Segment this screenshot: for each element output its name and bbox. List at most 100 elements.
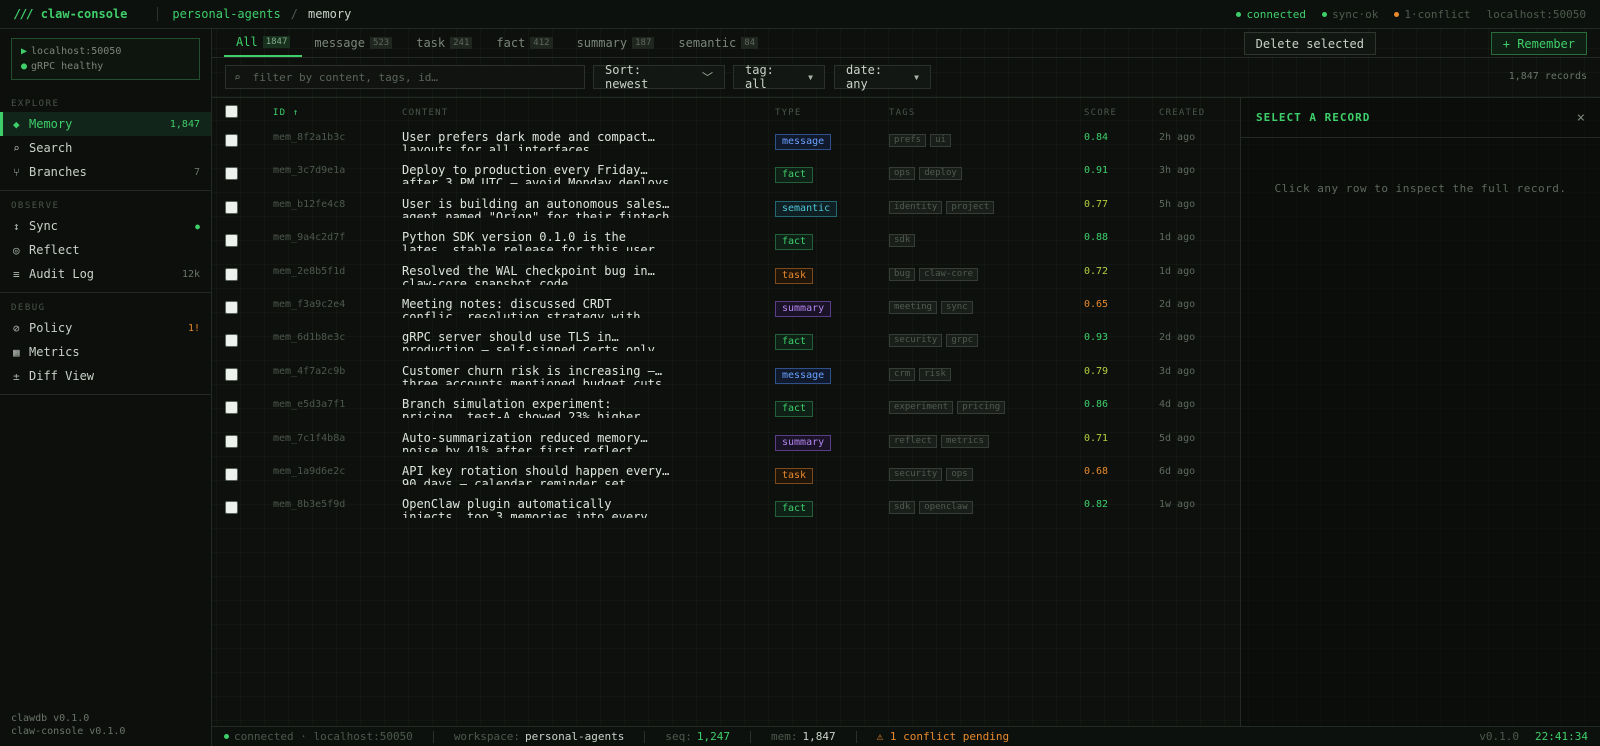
tab-message[interactable]: message 523 bbox=[302, 28, 404, 57]
delete-selected-button[interactable]: Delete selected bbox=[1243, 32, 1376, 55]
row-checkbox[interactable] bbox=[225, 334, 238, 348]
table-row[interactable]: mem_7c1f4b8a Auto-summarization reduced m… bbox=[212, 428, 1240, 461]
sidebar-item-sync[interactable]: ↕ Sync ● bbox=[0, 214, 211, 238]
tab-semantic[interactable]: semantic 84 bbox=[666, 28, 770, 57]
search-box[interactable]: ⌕ bbox=[225, 65, 585, 89]
divider bbox=[644, 730, 646, 743]
tag-chip[interactable]: claw-core bbox=[919, 267, 979, 281]
row-checkbox[interactable] bbox=[225, 200, 238, 214]
tab-fact[interactable]: fact 412 bbox=[484, 28, 564, 57]
row-checkbox[interactable] bbox=[225, 468, 238, 481]
tag-chip[interactable]: sdk bbox=[889, 234, 916, 248]
tag-chip[interactable]: ops bbox=[889, 167, 916, 181]
type-cell: summary bbox=[775, 300, 832, 317]
search-icon: ⌕ bbox=[13, 141, 20, 155]
status-conflict[interactable]: 1·conflict bbox=[1394, 8, 1471, 21]
sidebar-item-search[interactable]: ⌕ Search bbox=[0, 136, 211, 160]
date-filter-dropdown[interactable]: date: any ▼ bbox=[834, 63, 931, 91]
tag-chip[interactable]: identity bbox=[889, 200, 943, 214]
select-all-checkbox[interactable] bbox=[225, 105, 238, 118]
top-bar: /// claw-console personal-agents / memor… bbox=[0, 0, 1600, 29]
column-score[interactable]: SCORE bbox=[1084, 108, 1117, 118]
table-row[interactable]: mem_3c7d9e1a Deploy to production every F… bbox=[212, 160, 1240, 193]
row-checkbox[interactable] bbox=[225, 301, 238, 314]
tag-chip[interactable]: deploy bbox=[919, 167, 962, 181]
tag-chip[interactable]: ui bbox=[930, 134, 951, 147]
sidebar-item-badge: 1! bbox=[187, 322, 200, 334]
tag-chip[interactable]: crm bbox=[889, 367, 916, 381]
tag-chip[interactable]: experiment bbox=[889, 401, 954, 415]
sidebar-item-diff-view[interactable]: ± Diff View bbox=[0, 364, 211, 388]
sidebar-item-audit-log[interactable]: ≡ Audit Log 12k bbox=[0, 262, 211, 286]
tag-chip[interactable]: meeting bbox=[889, 301, 937, 314]
table-row[interactable]: mem_1a9d6e2c API key rotation should happ… bbox=[212, 461, 1240, 494]
row-checkbox[interactable] bbox=[225, 167, 238, 181]
tag-chip[interactable]: metrics bbox=[940, 434, 989, 448]
section-explore: EXPLORE bbox=[11, 99, 60, 109]
table-row[interactable]: mem_8b3e5f9d OpenClaw plugin automaticall… bbox=[212, 494, 1240, 527]
sort-dropdown[interactable]: Sort: newest ﹀ bbox=[593, 63, 725, 91]
record-id: mem_f3a9c2e4 bbox=[273, 299, 346, 310]
row-checkbox[interactable] bbox=[225, 501, 238, 515]
record-score: 0.84 bbox=[1084, 132, 1109, 143]
workspace-label: workspace: bbox=[453, 730, 521, 743]
tag-chip[interactable]: grpc bbox=[946, 334, 979, 348]
status-conflict-pending[interactable]: ⚠ 1 conflict pending bbox=[877, 730, 1009, 743]
tag-chip[interactable]: sdk bbox=[889, 501, 916, 515]
tag-chip[interactable]: security bbox=[889, 468, 943, 481]
tag-chip[interactable]: pricing bbox=[957, 401, 1006, 415]
sidebar-item-reflect[interactable]: ◎ Reflect bbox=[0, 238, 211, 262]
table-row[interactable]: mem_b12fe4c8 User is building an autonomo… bbox=[212, 194, 1240, 227]
sidebar-item-badge: 1,847 bbox=[169, 118, 200, 130]
table-row[interactable]: mem_9a4c2d7f Python SDK version 0.1.0 is … bbox=[212, 227, 1240, 260]
tab-all[interactable]: All 1847 bbox=[224, 28, 303, 57]
tag-chip[interactable]: security bbox=[889, 334, 943, 348]
sidebar-item-metrics[interactable]: ▦ Metrics bbox=[0, 340, 211, 364]
tag-chip[interactable]: prefs bbox=[889, 134, 927, 147]
column-content[interactable]: CONTENT bbox=[402, 108, 448, 118]
table-row[interactable]: mem_6d1b8e3c gRPC server should use TLS i… bbox=[212, 327, 1240, 360]
row-checkbox[interactable] bbox=[225, 267, 238, 281]
row-checkbox[interactable] bbox=[225, 134, 238, 147]
tag-filter-dropdown[interactable]: tag: all ▼ bbox=[733, 63, 825, 91]
tab-label: message bbox=[314, 35, 365, 50]
filter-bar: ⌕ Sort: newest ﹀ tag: all ▼ date: any ▼ … bbox=[212, 58, 1600, 98]
row-checkbox[interactable] bbox=[225, 234, 238, 248]
breadcrumb-workspace[interactable]: personal-agents bbox=[172, 7, 280, 21]
tag-chip[interactable]: openclaw bbox=[919, 501, 973, 515]
record-content: Python SDK version 0.1.0 is the lates… s… bbox=[402, 231, 655, 252]
table-row[interactable]: mem_4f7a2c9b Customer churn risk is incre… bbox=[212, 361, 1240, 394]
tag-chip[interactable]: bug bbox=[889, 267, 916, 281]
remember-button[interactable]: + Remember bbox=[1490, 32, 1587, 55]
tag-chip[interactable]: ops bbox=[946, 468, 973, 481]
column-id[interactable]: ID ↑ bbox=[273, 108, 299, 118]
row-checkbox[interactable] bbox=[225, 434, 238, 448]
column-type[interactable]: TYPE bbox=[775, 108, 801, 118]
tag-chip[interactable]: project bbox=[946, 200, 995, 214]
sidebar-item-label: Branches bbox=[29, 165, 87, 179]
tag-chip[interactable]: risk bbox=[919, 367, 951, 381]
tab-task[interactable]: task 241 bbox=[404, 28, 484, 57]
table-row[interactable]: mem_e5d3a7f1 Branch simulation experiment… bbox=[212, 394, 1240, 427]
table-row[interactable]: mem_8f2a1b3c User prefers dark mode and c… bbox=[212, 127, 1240, 160]
row-checkbox[interactable] bbox=[225, 401, 238, 415]
row-checkbox[interactable] bbox=[225, 367, 238, 381]
host-status-box[interactable]: ▶ localhost:50050 ● gRPC healthy bbox=[11, 38, 200, 80]
connection-status: connected sync·ok 1·conflict localhost:5… bbox=[1236, 8, 1586, 21]
close-icon[interactable]: × bbox=[1577, 110, 1585, 126]
sidebar-item-policy[interactable]: ⊘ Policy 1! bbox=[0, 316, 211, 340]
tags-cell: crm risk bbox=[889, 367, 951, 381]
sidebar-item-memory[interactable]: ◆ Memory 1,847 bbox=[0, 112, 211, 136]
table-row[interactable]: mem_2e8b5f1d Resolved the WAL checkpoint … bbox=[212, 261, 1240, 294]
column-tags[interactable]: TAGS bbox=[889, 108, 915, 118]
tag-chip[interactable]: sync bbox=[940, 301, 973, 314]
search-input[interactable] bbox=[252, 70, 553, 84]
app-logo[interactable]: /// claw-console bbox=[14, 7, 127, 21]
tag-chip[interactable]: reflect bbox=[889, 434, 937, 448]
tab-summary[interactable]: summary 187 bbox=[565, 28, 667, 57]
tab-count: 523 bbox=[369, 36, 393, 49]
column-created[interactable]: CREATED bbox=[1159, 108, 1205, 118]
sidebar-item-branches[interactable]: ⑂ Branches 7 bbox=[0, 160, 211, 184]
type-cell: message bbox=[775, 133, 832, 150]
table-row[interactable]: mem_f3a9c2e4 Meeting notes: discussed CRD… bbox=[212, 294, 1240, 327]
